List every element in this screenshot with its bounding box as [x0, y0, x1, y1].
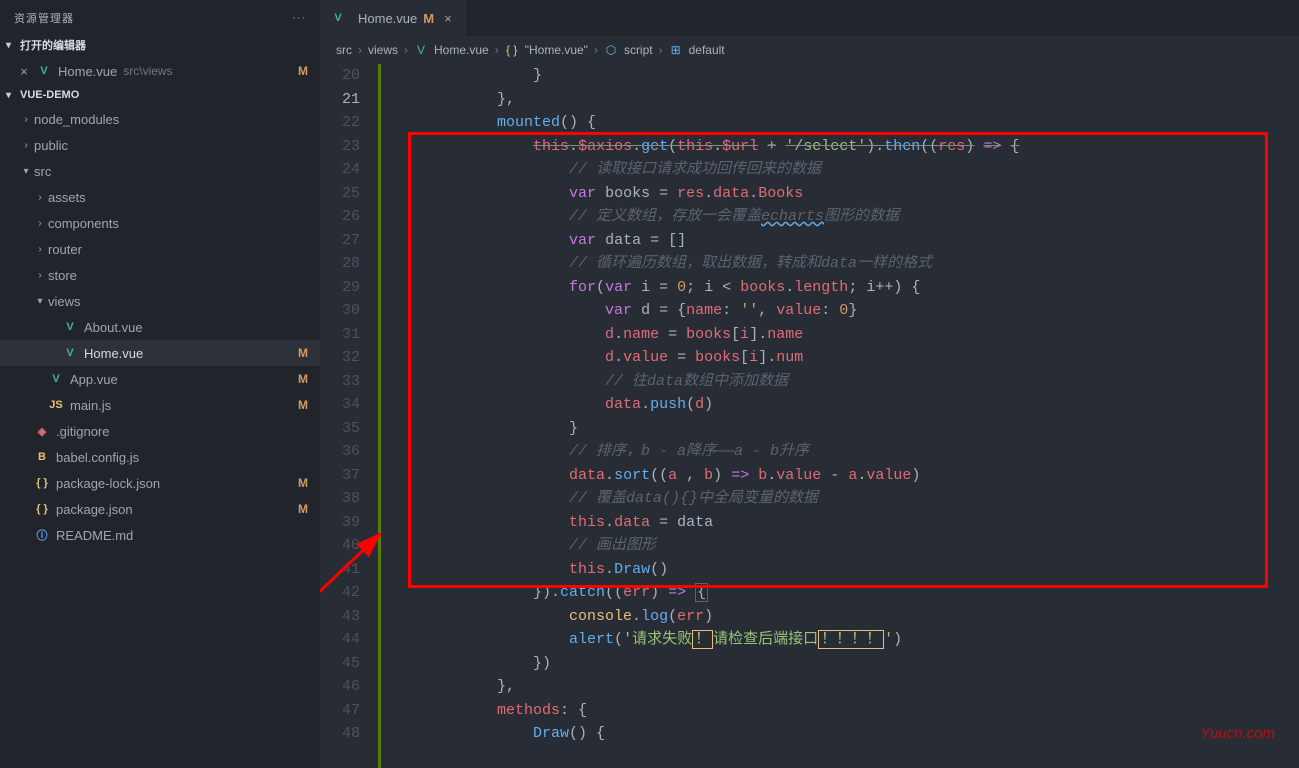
folder-item[interactable]: ▾src — [0, 158, 320, 184]
modified-badge: M — [298, 64, 308, 78]
explorer-sidebar: 资源管理器 ··· ▾ 打开的编辑器 × V Home.vue src\view… — [0, 0, 320, 768]
modified-badge: M — [298, 346, 308, 360]
chevron-icon: › — [34, 218, 46, 229]
chevron-icon: › — [20, 140, 32, 151]
js-icon: JS — [48, 397, 64, 413]
folder-item[interactable]: ›components — [0, 210, 320, 236]
json-icon: { } — [34, 501, 50, 517]
vue-icon: V — [330, 10, 346, 26]
file-item[interactable]: ◈.gitignore — [0, 418, 320, 444]
vue-icon: V — [36, 63, 52, 79]
json-icon: { } — [34, 475, 50, 491]
vue-icon: V — [62, 319, 78, 335]
editor-tabs: V Home.vue M × — [320, 0, 1299, 36]
folder-item[interactable]: ›store — [0, 262, 320, 288]
tab-home-vue[interactable]: V Home.vue M × — [320, 0, 466, 36]
file-item[interactable]: { }package-lock.jsonM — [0, 470, 320, 496]
modified-badge: M — [423, 11, 434, 26]
braces-icon: { } — [505, 43, 519, 57]
breadcrumb[interactable]: src › views › V Home.vue › { } "Home.vue… — [320, 36, 1299, 64]
chevron-icon: › — [20, 114, 32, 125]
file-item[interactable]: VAbout.vue — [0, 314, 320, 340]
chevron-icon: › — [34, 192, 46, 203]
file-item[interactable]: VHome.vueM — [0, 340, 320, 366]
file-item[interactable]: ⓘREADME.md — [0, 522, 320, 548]
chevron-down-icon: ▾ — [6, 40, 18, 51]
chevron-down-icon: ▾ — [6, 90, 18, 101]
vue-icon: V — [62, 345, 78, 361]
modified-badge: M — [298, 372, 308, 386]
modified-badge: M — [298, 398, 308, 412]
code-content[interactable]: } }, mounted() { this.$axios.get(this.$u… — [381, 64, 1299, 768]
folder-item[interactable]: ▾views — [0, 288, 320, 314]
folder-item[interactable]: ›public — [0, 132, 320, 158]
chevron-icon: › — [34, 244, 46, 255]
file-item[interactable]: JSmain.jsM — [0, 392, 320, 418]
code-editor[interactable]: 2021222324252627282930313233343536373839… — [320, 64, 1299, 768]
folder-item[interactable]: ›assets — [0, 184, 320, 210]
symbol-icon: ⊞ — [669, 43, 683, 57]
babel-icon: B — [34, 449, 50, 465]
cube-icon: ⬡ — [604, 43, 618, 57]
git-icon: ◈ — [34, 423, 50, 439]
folder-item[interactable]: ›router — [0, 236, 320, 262]
close-icon[interactable]: × — [440, 11, 456, 26]
file-tree: ›node_modules›public▾src›assets›componen… — [0, 104, 320, 550]
explorer-title: 资源管理器 — [14, 10, 74, 26]
chevron-icon: ▾ — [20, 166, 32, 177]
editor-area: V Home.vue M × src › views › V Home.vue … — [320, 0, 1299, 768]
project-header[interactable]: ▾ VUE-DEMO — [0, 86, 320, 104]
chevron-icon: › — [34, 270, 46, 281]
open-editors-header[interactable]: ▾ 打开的编辑器 — [0, 34, 320, 56]
md-icon: ⓘ — [34, 527, 50, 543]
line-gutter: 2021222324252627282930313233343536373839… — [320, 64, 378, 768]
vue-icon: V — [48, 371, 64, 387]
modified-badge: M — [298, 476, 308, 490]
file-item[interactable]: { }package.jsonM — [0, 496, 320, 522]
open-editor-item[interactable]: × V Home.vue src\views M — [0, 58, 320, 84]
explorer-header: 资源管理器 ··· — [0, 0, 320, 34]
file-item[interactable]: VApp.vueM — [0, 366, 320, 392]
close-icon[interactable]: × — [16, 64, 32, 79]
chevron-icon: ▾ — [34, 296, 46, 307]
file-item[interactable]: Bbabel.config.js — [0, 444, 320, 470]
modified-badge: M — [298, 502, 308, 516]
explorer-actions[interactable]: ··· — [292, 12, 306, 24]
vue-icon: V — [414, 43, 428, 57]
folder-item[interactable]: ›node_modules — [0, 106, 320, 132]
